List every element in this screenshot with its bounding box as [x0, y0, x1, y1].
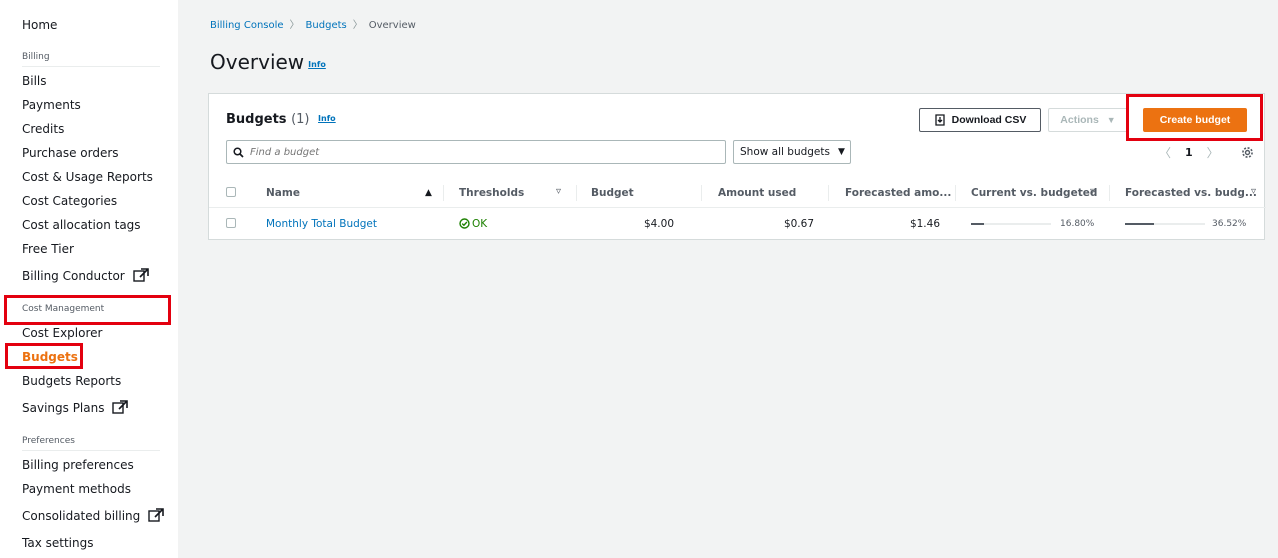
current-vs-budgeted-progress-bar: [971, 223, 1051, 225]
table-row: Monthly Total Budget OK $4.00 $0.67 $1.4…: [209, 209, 1266, 239]
column-header-amount-used[interactable]: Amount used: [718, 187, 796, 199]
search-input[interactable]: [250, 146, 690, 158]
select-all-checkbox[interactable]: [226, 187, 236, 197]
sort-icon[interactable]: ▿: [556, 186, 561, 197]
budget-filter-select[interactable]: Show all budgets ▼: [733, 140, 851, 164]
caret-down-icon: ▼: [837, 147, 845, 157]
sort-icon[interactable]: ▿: [1251, 186, 1256, 197]
forecasted-vs-budgeted-progress-bar: [1125, 223, 1205, 225]
search-field: [226, 140, 726, 164]
current-vs-budgeted-percent: 16.80%: [1060, 219, 1095, 229]
sidebar: Home Billing Bills Payments Credits Purc…: [0, 0, 178, 558]
download-icon: [935, 114, 945, 126]
breadcrumb-overview: Overview: [368, 20, 416, 31]
sort-icon[interactable]: ▿: [1090, 186, 1095, 197]
sidebar-item-billing-conductor[interactable]: Billing Conductor: [22, 268, 149, 283]
column-divider: [1109, 185, 1110, 201]
sort-ascending-icon[interactable]: ▲: [425, 188, 432, 198]
table-header: Name ▲ Thresholds ▿ Budget Amount used F…: [209, 178, 1266, 208]
check-circle-icon: [459, 218, 470, 229]
chevron-right-icon: 〉: [352, 20, 363, 31]
info-link[interactable]: Info: [308, 60, 326, 69]
progress-fill: [1125, 223, 1155, 225]
download-csv-button[interactable]: Download CSV: [919, 108, 1041, 132]
actions-dropdown[interactable]: Actions ▼: [1048, 108, 1128, 132]
highlight-box: [4, 295, 171, 325]
sidebar-item-home[interactable]: Home: [22, 18, 57, 32]
sidebar-divider: [22, 450, 160, 451]
sidebar-item-cost-allocation-tags[interactable]: Cost allocation tags: [22, 218, 141, 232]
sidebar-item-tax-settings[interactable]: Tax settings: [22, 536, 93, 550]
column-header-name[interactable]: Name: [266, 187, 300, 199]
sidebar-item-bills[interactable]: Bills: [22, 74, 47, 88]
gear-icon[interactable]: [1241, 146, 1254, 159]
column-divider: [443, 185, 444, 201]
amount-used: $0.67: [783, 218, 814, 230]
breadcrumb: Billing Console 〉 Budgets 〉 Overview: [210, 16, 416, 31]
chevron-right-icon: 〉: [289, 20, 300, 31]
column-divider: [701, 185, 702, 201]
external-link-icon: [112, 400, 129, 414]
forecasted-amount: $1.46: [909, 218, 940, 230]
external-link-icon: [132, 268, 149, 282]
sidebar-item-purchase-orders[interactable]: Purchase orders: [22, 146, 119, 160]
sidebar-item-credits[interactable]: Credits: [22, 122, 64, 136]
panel-title: Budgets (1) Info: [226, 112, 336, 127]
pagination: 〈 1 〉: [1159, 144, 1254, 161]
budget-count: (1): [291, 112, 310, 127]
sidebar-item-cost-usage-reports[interactable]: Cost & Usage Reports: [22, 170, 153, 184]
forecasted-vs-budgeted-percent: 36.52%: [1212, 219, 1247, 229]
chevron-left-icon[interactable]: 〈: [1159, 144, 1171, 161]
breadcrumb-budgets[interactable]: Budgets: [306, 20, 347, 31]
sidebar-divider: [22, 66, 160, 67]
sidebar-item-savings-plans[interactable]: Savings Plans: [22, 400, 129, 415]
budget-name-link[interactable]: Monthly Total Budget: [266, 218, 377, 230]
sidebar-item-cost-categories[interactable]: Cost Categories: [22, 194, 117, 208]
sidebar-item-free-tier[interactable]: Free Tier: [22, 242, 74, 256]
highlight-box: [1126, 94, 1263, 141]
sidebar-item-cost-explorer[interactable]: Cost Explorer: [22, 326, 102, 340]
budget-amount: $4.00: [643, 218, 674, 230]
sidebar-item-budgets-reports[interactable]: Budgets Reports: [22, 374, 121, 388]
column-divider: [828, 185, 829, 201]
column-divider: [576, 185, 577, 201]
breadcrumb-billing-console[interactable]: Billing Console: [210, 20, 284, 31]
column-divider: [955, 185, 956, 201]
column-header-current-vs-budgeted[interactable]: Current vs. budgeted: [971, 187, 1097, 199]
sidebar-section-billing: Billing: [22, 52, 50, 62]
column-header-budget[interactable]: Budget: [591, 187, 634, 199]
column-header-forecasted-vs-budgeted[interactable]: Forecasted vs. budg...: [1125, 187, 1257, 199]
sidebar-item-payments[interactable]: Payments: [22, 98, 81, 112]
highlight-box: [5, 343, 83, 369]
sidebar-item-billing-preferences[interactable]: Billing preferences: [22, 458, 134, 472]
row-checkbox[interactable]: [226, 218, 236, 228]
column-header-thresholds[interactable]: Thresholds: [459, 187, 524, 199]
sidebar-item-consolidated-billing[interactable]: Consolidated billing: [22, 508, 164, 523]
budgets-panel: Budgets (1) Info Download CSV Actions ▼ …: [208, 93, 1266, 240]
page-number[interactable]: 1: [1185, 146, 1193, 159]
caret-down-icon: ▼: [1106, 115, 1116, 125]
progress-fill: [971, 223, 985, 225]
search-icon: [233, 146, 244, 158]
status-badge: OK: [459, 218, 487, 230]
column-header-forecasted-amount[interactable]: Forecasted amo...: [845, 187, 951, 199]
sidebar-item-payment-methods[interactable]: Payment methods: [22, 482, 131, 496]
chevron-right-icon[interactable]: 〉: [1207, 144, 1219, 161]
info-link[interactable]: Info: [318, 114, 336, 123]
external-link-icon: [148, 508, 164, 522]
page-title: Overview Info: [210, 50, 326, 74]
sidebar-section-preferences: Preferences: [22, 436, 75, 446]
